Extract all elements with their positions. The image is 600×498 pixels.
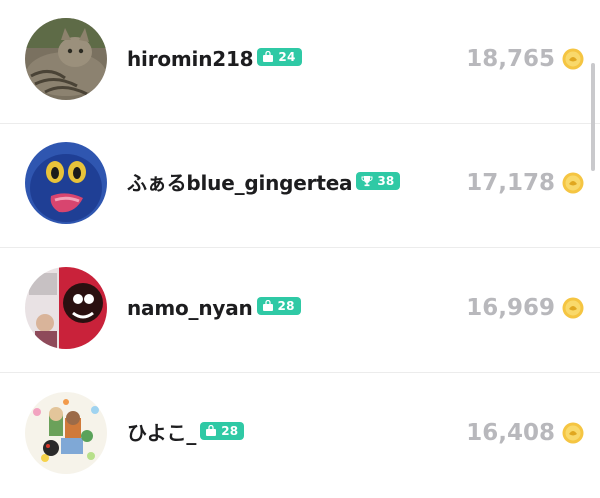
level-value: 28 (277, 299, 295, 313)
username-row: ひよこ_ 28 (127, 420, 245, 446)
username-row: namo_nyan 28 (127, 295, 301, 321)
coin-icon (562, 48, 584, 70)
avatar[interactable] (25, 18, 107, 100)
shopping-bag-icon (263, 51, 274, 62)
list-item[interactable]: ふぁるblue_gingertea 38 17,178 (0, 124, 600, 248)
score: 17,178 (466, 170, 555, 196)
username-row: hiromin218 24 (127, 46, 302, 72)
score: 16,969 (466, 295, 555, 321)
divider (0, 372, 600, 373)
level-badge: 28 (200, 422, 245, 440)
coin-icon (562, 297, 584, 319)
level-value: 24 (278, 50, 296, 64)
avatar[interactable] (25, 392, 107, 474)
list-item[interactable]: ひよこ_ 28 16,408 (0, 374, 600, 498)
coin-icon (562, 172, 584, 194)
username: ふぁるblue_gingertea (127, 171, 353, 195)
coin-icon (562, 422, 584, 444)
shopping-bag-icon (262, 300, 273, 311)
shopping-bag-icon (206, 425, 217, 436)
level-value: 38 (377, 174, 395, 188)
level-badge: 38 (356, 172, 401, 190)
level-badge: 28 (256, 297, 301, 315)
username: namo_nyan (127, 296, 253, 320)
list-item[interactable]: namo_nyan 28 16,969 (0, 249, 600, 373)
username: ひよこ_ (127, 421, 197, 445)
score: 18,765 (466, 46, 555, 72)
avatar[interactable] (25, 267, 107, 349)
username: hiromin218 (127, 47, 254, 71)
username-row: ふぁるblue_gingertea 38 (127, 170, 401, 196)
scrollbar[interactable] (591, 63, 595, 171)
avatar[interactable] (25, 142, 107, 224)
level-badge: 24 (257, 48, 302, 66)
score: 16,408 (466, 420, 555, 446)
list-item[interactable]: hiromin218 24 18,765 (0, 0, 600, 124)
trophy-icon (361, 176, 373, 187)
level-value: 28 (221, 424, 239, 438)
divider (0, 247, 600, 248)
